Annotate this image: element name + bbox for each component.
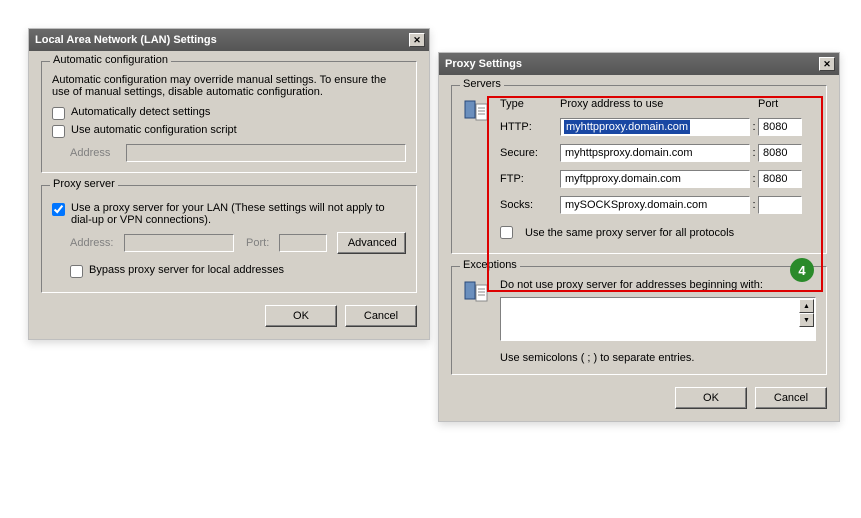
proxy-title: Proxy Settings (445, 58, 819, 70)
bypass-local-label: Bypass proxy server for local addresses (89, 264, 406, 276)
auto-detect-label: Automatically detect settings (71, 106, 406, 118)
servers-group: Servers Type Proxy address to use Port H… (451, 85, 827, 254)
proxy-server-group: Proxy server Use a proxy server for your… (41, 185, 417, 293)
autoconf-description: Automatic configuration may override man… (52, 74, 406, 98)
proxy-titlebar: Proxy Settings ✕ (439, 53, 839, 75)
scroll-up-button[interactable]: ▲ (799, 299, 814, 313)
autoconf-legend: Automatic configuration (50, 54, 171, 66)
use-proxy-label: Use a proxy server for your LAN (These s… (71, 202, 406, 226)
port-header: Port (758, 98, 802, 110)
script-address-label: Address (70, 147, 126, 159)
exceptions-hint: Use semicolons ( ; ) to separate entries… (500, 352, 816, 364)
proxy-port-input (279, 234, 327, 252)
servers-icon (462, 98, 490, 126)
http-label: HTTP: (500, 121, 560, 133)
proxy-address-input (124, 234, 234, 252)
lan-titlebar: Local Area Network (LAN) Settings ✕ (29, 29, 429, 51)
exceptions-textarea[interactable] (500, 297, 816, 341)
ok-button[interactable]: OK (675, 387, 747, 409)
auto-detect-checkbox[interactable] (52, 107, 65, 120)
same-proxy-checkbox[interactable] (500, 226, 513, 239)
use-script-checkbox[interactable] (52, 125, 65, 138)
exceptions-legend: Exceptions (460, 259, 520, 271)
ftp-address-input[interactable] (560, 170, 750, 188)
proxy-settings-dialog: Proxy Settings ✕ Servers Type Proxy addr… (438, 52, 840, 422)
lan-settings-dialog: Local Area Network (LAN) Settings ✕ Auto… (28, 28, 430, 340)
proxy-legend: Proxy server (50, 178, 118, 190)
ok-button[interactable]: OK (265, 305, 337, 327)
script-address-input (126, 144, 406, 162)
exceptions-description: Do not use proxy server for addresses be… (500, 279, 816, 291)
type-header: Type (500, 98, 560, 110)
cancel-button[interactable]: Cancel (755, 387, 827, 409)
socks-label: Socks: (500, 199, 560, 211)
exceptions-group: Exceptions Do not use proxy server for a… (451, 266, 827, 375)
ftp-label: FTP: (500, 173, 560, 185)
secure-port-input[interactable] (758, 144, 802, 162)
secure-label: Secure: (500, 147, 560, 159)
bypass-local-checkbox[interactable] (70, 265, 83, 278)
socks-address-input[interactable] (560, 196, 750, 214)
servers-legend: Servers (460, 78, 504, 90)
scroll-down-button[interactable]: ▼ (799, 313, 814, 327)
advanced-button[interactable]: Advanced (337, 232, 406, 254)
use-proxy-checkbox[interactable] (52, 203, 65, 216)
close-icon[interactable]: ✕ (819, 57, 835, 71)
use-script-label: Use automatic configuration script (71, 124, 406, 136)
colon: : (750, 121, 758, 133)
close-icon[interactable]: ✕ (409, 33, 425, 47)
exceptions-icon (462, 279, 490, 307)
address-header: Proxy address to use (560, 98, 750, 110)
http-address-input[interactable]: myhttpproxy.domain.com (560, 118, 750, 136)
same-proxy-label: Use the same proxy server for all protoc… (525, 227, 734, 239)
cancel-button[interactable]: Cancel (345, 305, 417, 327)
automatic-configuration-group: Automatic configuration Automatic config… (41, 61, 417, 173)
socks-port-input[interactable] (758, 196, 802, 214)
http-port-input[interactable] (758, 118, 802, 136)
proxy-port-label: Port: (246, 237, 279, 249)
proxy-address-label: Address: (70, 237, 124, 249)
lan-title: Local Area Network (LAN) Settings (35, 34, 409, 46)
secure-address-input[interactable] (560, 144, 750, 162)
ftp-port-input[interactable] (758, 170, 802, 188)
